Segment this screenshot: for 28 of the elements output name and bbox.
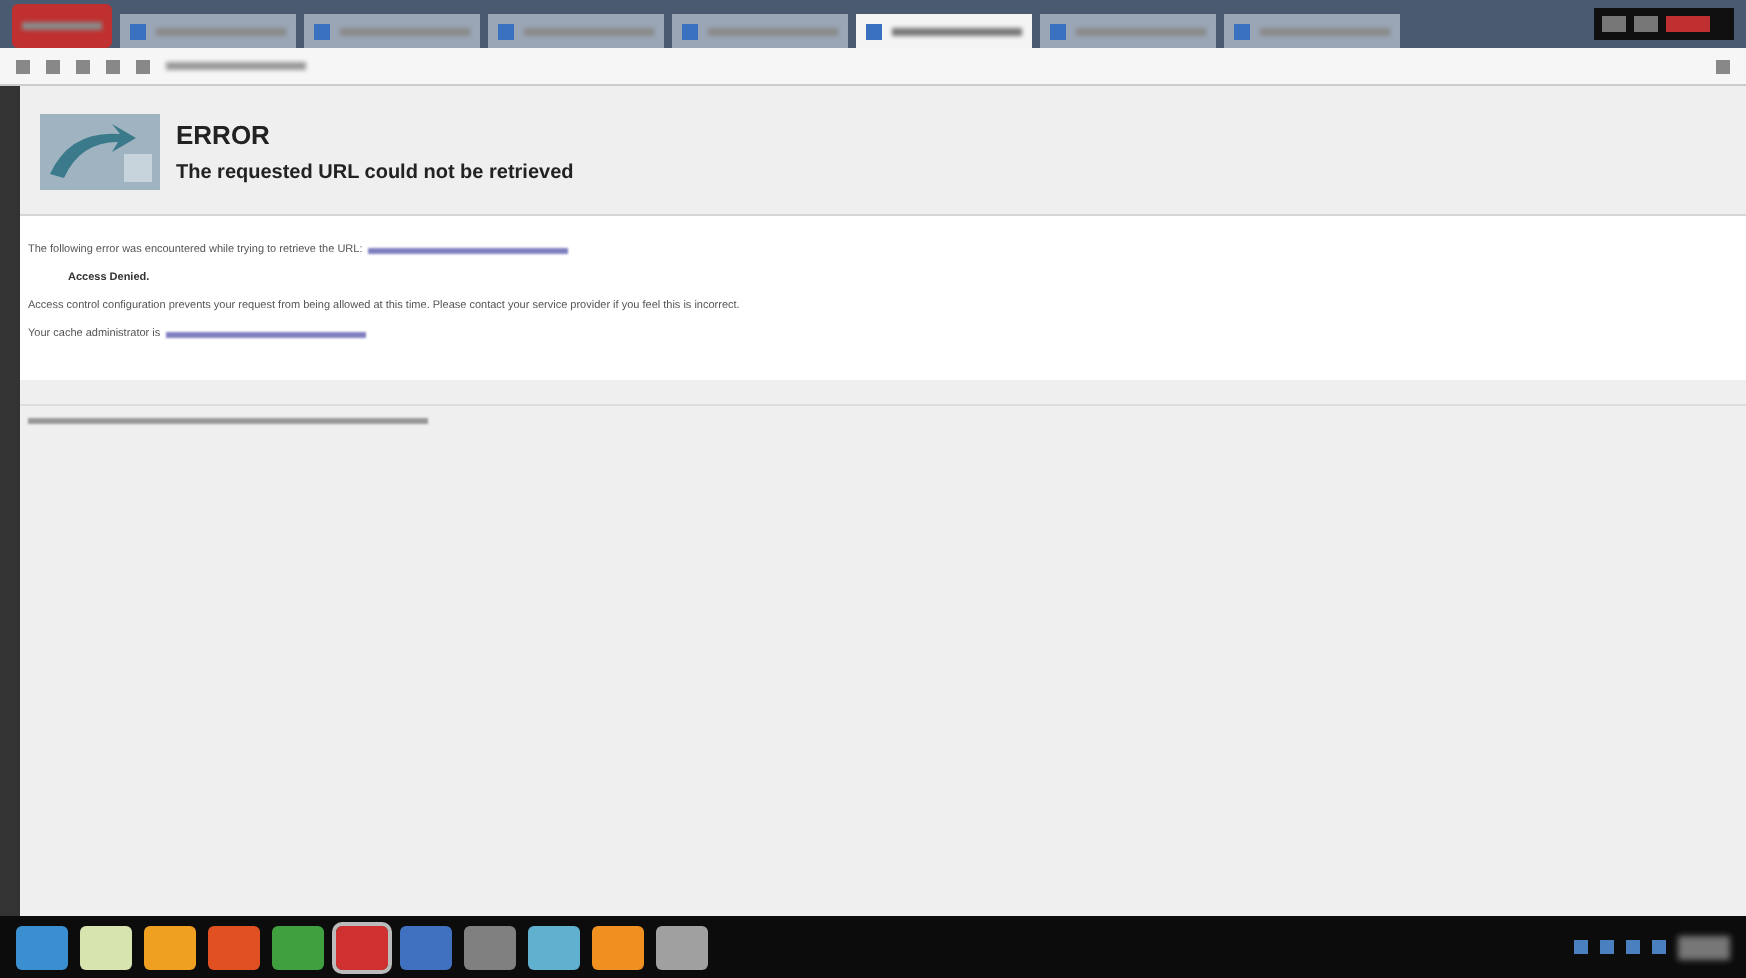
blurred-text — [1678, 935, 1730, 959]
error-subtitle: The requested URL could not be retrieved — [176, 162, 574, 184]
logo-icon — [40, 114, 160, 190]
blurred-text — [892, 27, 1022, 35]
blurred-text — [156, 27, 286, 35]
blurred-link[interactable] — [166, 331, 367, 337]
blurred-text — [708, 27, 838, 35]
blurred-text — [524, 27, 654, 35]
blurred-text — [340, 27, 470, 35]
taskbar-app-icon[interactable] — [272, 925, 324, 969]
blurred-text — [22, 22, 102, 30]
taskbar-app-icon[interactable] — [656, 925, 708, 969]
browser-tab[interactable] — [1224, 14, 1400, 48]
browser-tab[interactable] — [120, 14, 296, 48]
taskbar-app-icon[interactable] — [144, 925, 196, 969]
blurred-text — [1260, 27, 1390, 35]
taskbar-app-icon[interactable] — [592, 925, 644, 969]
browser-tab[interactable] — [1040, 14, 1216, 48]
taskbar-app-icon[interactable] — [80, 925, 132, 969]
error-title: ERROR — [176, 120, 272, 150]
taskbar-app-icon[interactable] — [528, 925, 580, 969]
blurred-text — [166, 62, 306, 70]
blurred-link[interactable] — [368, 247, 569, 253]
browser-tab[interactable] — [856, 14, 1032, 48]
blurred-text — [1076, 27, 1206, 35]
browser-tab[interactable] — [488, 14, 664, 48]
browser-tab[interactable] — [304, 14, 480, 48]
browser-tab[interactable] — [672, 14, 848, 48]
